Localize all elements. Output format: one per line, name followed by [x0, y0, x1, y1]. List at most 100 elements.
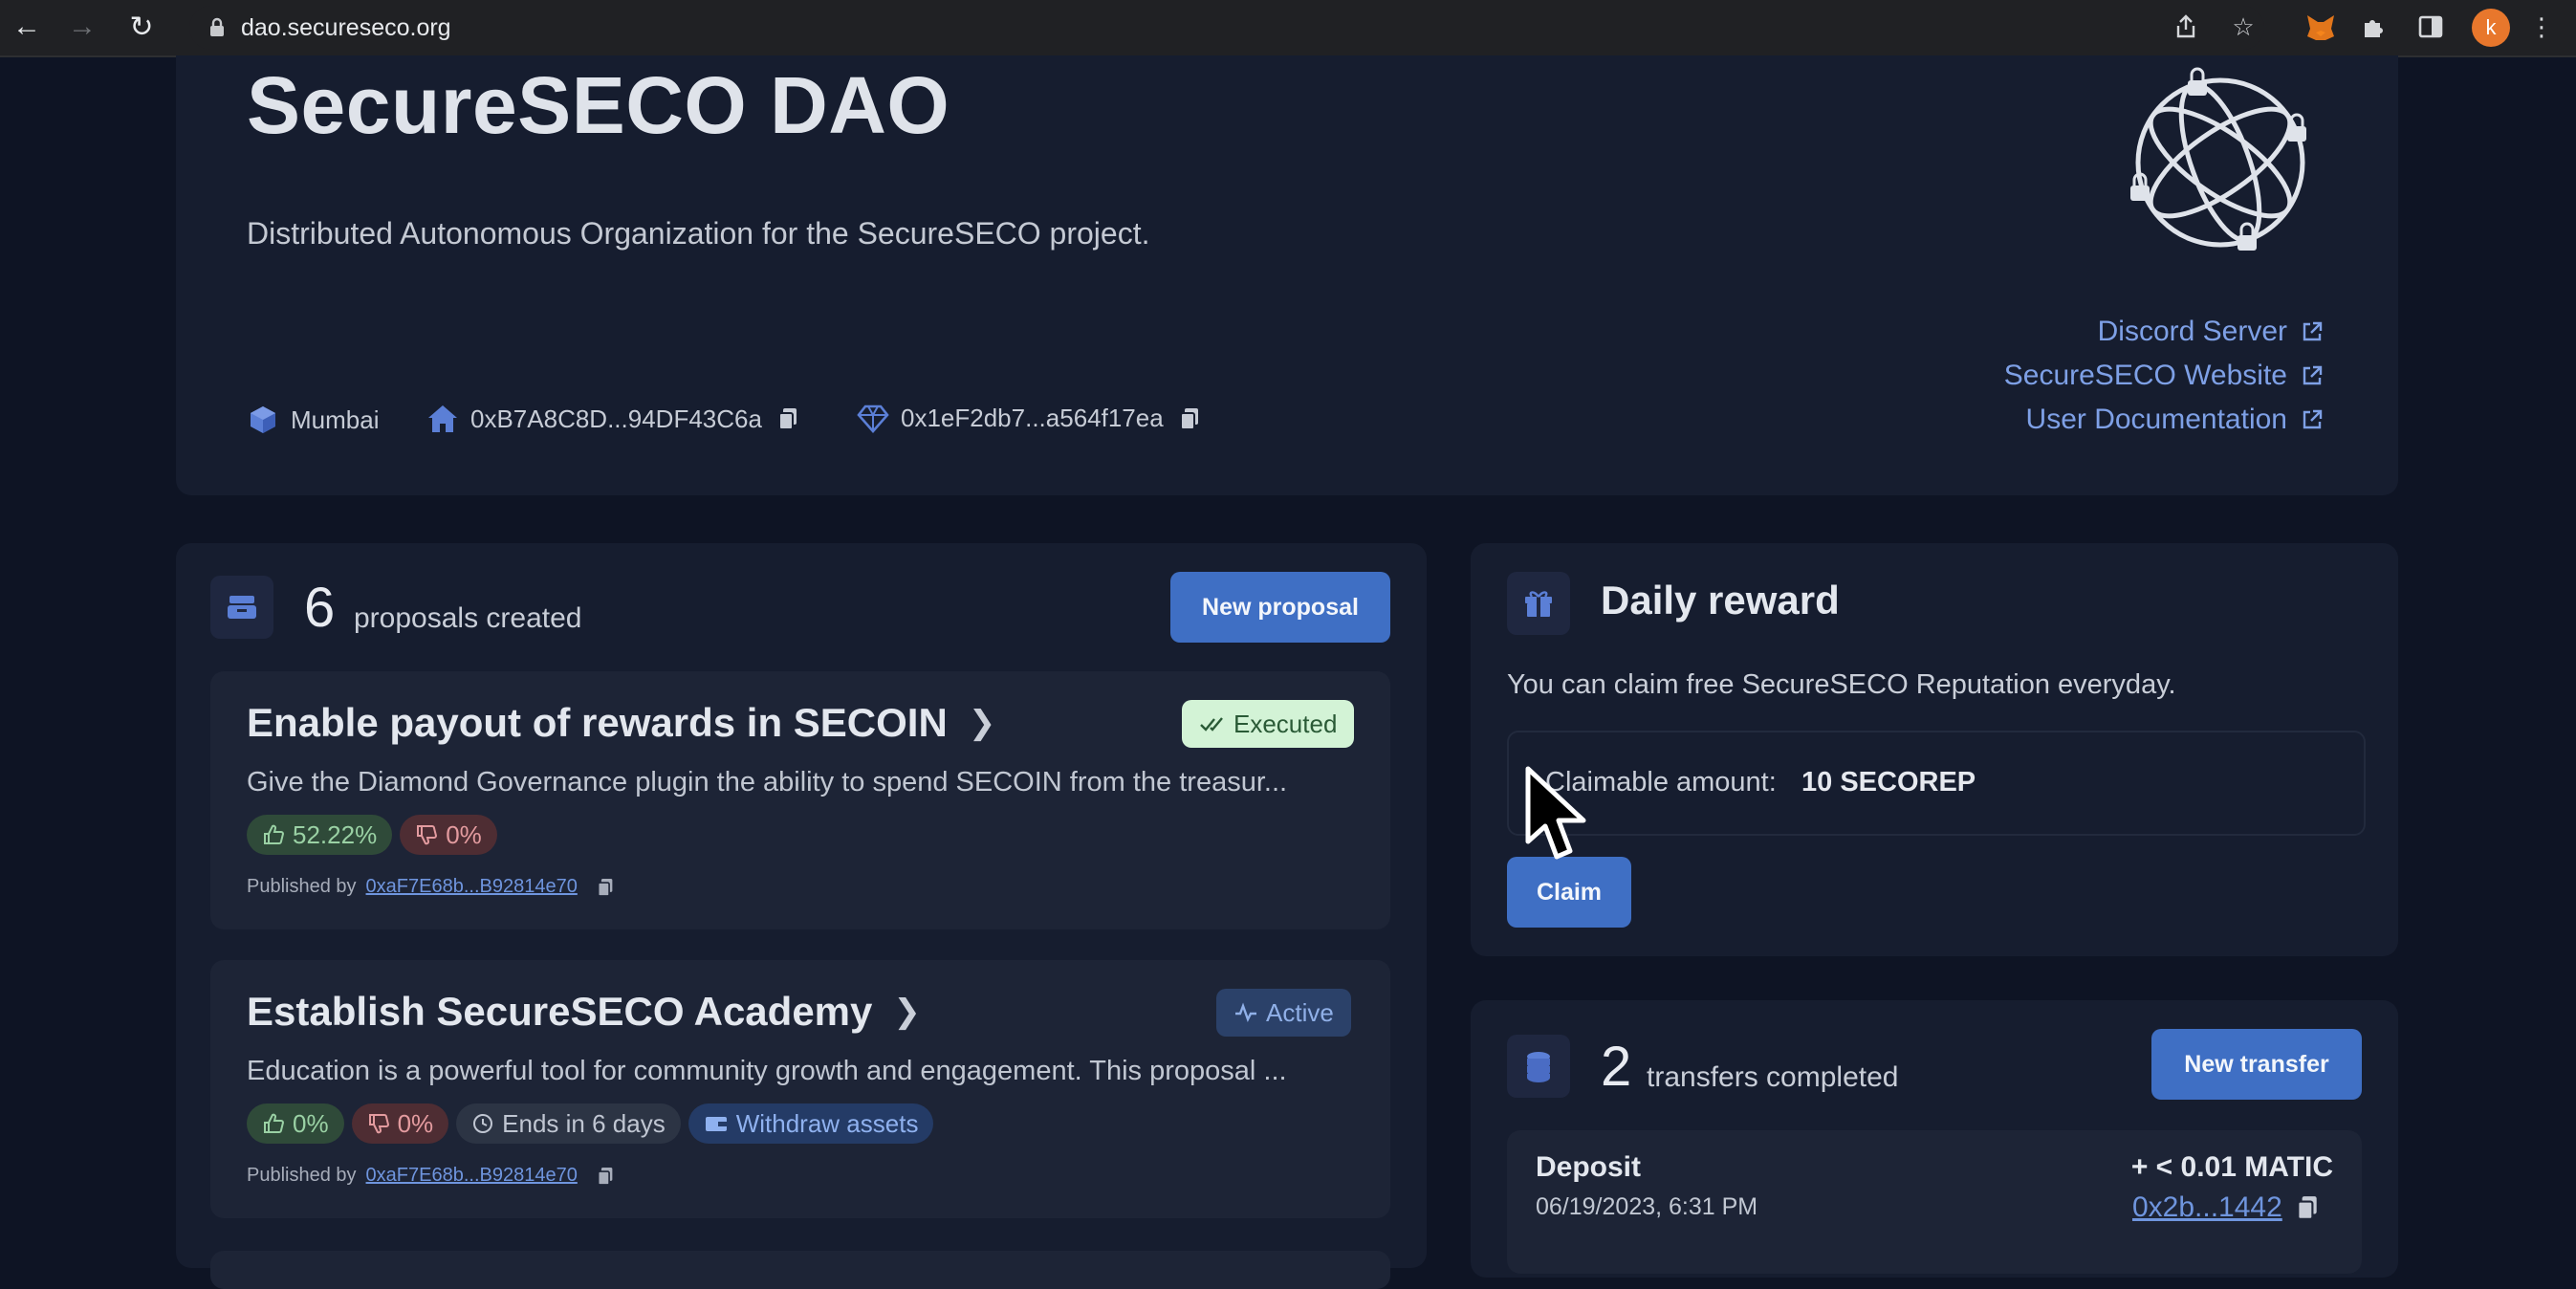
copy-icon[interactable] — [597, 877, 614, 898]
votes-for-badge: 52.22% — [247, 815, 393, 855]
transfers-count-label: transfers completed — [1647, 1061, 1899, 1093]
extensions-puzzle-icon[interactable] — [2354, 8, 2392, 46]
user-documentation-link[interactable]: User Documentation — [2026, 404, 2324, 436]
transfer-amount: + < 0.01 MATIC — [2130, 1151, 2333, 1183]
proposal-card[interactable]: Enable payout of rewards in SECOIN ❯ Exe… — [210, 671, 1390, 929]
published-by-label: Published by — [247, 1165, 357, 1186]
secureseco-website-label[interactable]: SecureSECO Website — [2004, 360, 2287, 392]
transfer-date: 06/19/2023, 6:31 PM — [1536, 1193, 1758, 1220]
external-link-icon — [2303, 409, 2323, 429]
action-badge: Withdraw assets — [688, 1103, 934, 1144]
copy-icon[interactable] — [1179, 406, 1200, 431]
reload-icon[interactable]: ↻ — [122, 8, 161, 46]
transfer-type: Deposit — [1536, 1151, 1642, 1183]
proposal-title-text[interactable]: Establish SecureSECO Academy — [247, 989, 872, 1035]
proposals-count: 6 — [304, 577, 336, 639]
activity-icon — [1235, 1002, 1256, 1023]
thumbs-up-icon — [264, 1113, 285, 1133]
new-transfer-button[interactable]: New transfer — [2151, 1029, 2362, 1100]
profile-avatar[interactable]: k — [2472, 9, 2510, 47]
transfer-address-link[interactable]: 0x2b...1442 — [2132, 1191, 2282, 1224]
back-icon[interactable]: ← — [8, 8, 46, 46]
ends-in-text: Ends in 6 days — [502, 1108, 666, 1138]
votes-against-badge: 0% — [400, 815, 497, 855]
coins-stack-icon — [1507, 1035, 1570, 1098]
gift-icon — [1507, 572, 1570, 635]
votes-against-value: 0% — [446, 819, 482, 849]
proposal-title[interactable]: Establish SecureSECO Academy ❯ — [247, 989, 921, 1035]
proposal-card[interactable] — [210, 1251, 1390, 1289]
network-info: Mumbai — [247, 404, 379, 436]
url-text: dao.secureseco.org — [241, 13, 451, 41]
diamond-address: 0x1eF2db7...a564f17ea — [901, 404, 1164, 432]
dao-address: 0xB7A8C8D...94DF43C6a — [470, 404, 762, 433]
cube-icon — [251, 406, 275, 433]
action-text: Withdraw assets — [735, 1108, 919, 1138]
clock-icon — [473, 1114, 493, 1133]
diamond-icon — [857, 404, 889, 433]
new-proposal-button[interactable]: New proposal — [1170, 572, 1390, 643]
external-link-icon — [2303, 365, 2323, 385]
chevron-right-icon: ❯ — [893, 994, 921, 1030]
address-bar[interactable]: dao.secureseco.org — [189, 6, 2264, 50]
status-badge: Active — [1216, 989, 1351, 1037]
proposal-description: Education is a powerful tool for communi… — [247, 1056, 1287, 1086]
discord-server-link[interactable]: Discord Server — [2098, 316, 2324, 348]
votes-for-value: 52.22% — [293, 819, 378, 849]
wallet-icon — [705, 1117, 727, 1131]
proposal-badges: 52.22% 0% — [247, 815, 505, 855]
claim-button[interactable]: Claim — [1507, 857, 1631, 928]
daily-reward-description: You can claim free SecureSECO Reputation… — [1507, 669, 2176, 700]
dao-logo-globe — [2130, 67, 2306, 251]
mouse-pointer-icon — [1525, 766, 1586, 860]
share-icon[interactable] — [2167, 8, 2205, 46]
lock-icon — [203, 13, 231, 42]
votes-against-badge: 0% — [351, 1103, 449, 1144]
browser-toolbar: ← → ↻ dao.secureseco.org ☆ k ⋮ — [0, 0, 2576, 57]
proposal-title-text[interactable]: Enable payout of rewards in SECOIN — [247, 700, 948, 746]
double-check-icon — [1200, 717, 1223, 732]
claimable-amount-value: 10 SECOREP — [1801, 767, 1976, 797]
proposal-card[interactable]: Establish SecureSECO Academy ❯ Active Ed… — [210, 960, 1390, 1218]
status-text: Executed — [1233, 709, 1338, 738]
transfers-count: 2 — [1601, 1036, 1632, 1098]
user-documentation-label[interactable]: User Documentation — [2026, 404, 2287, 436]
daily-reward-title: Daily reward — [1601, 578, 1840, 623]
menu-kebab-icon[interactable]: ⋮ — [2522, 8, 2561, 46]
status-badge: Executed — [1182, 700, 1355, 748]
proposal-title[interactable]: Enable payout of rewards in SECOIN ❯ — [247, 700, 995, 746]
votes-for-value: 0% — [293, 1108, 329, 1138]
bookmark-star-icon[interactable]: ☆ — [2224, 8, 2262, 46]
side-panel-icon[interactable] — [2412, 8, 2450, 46]
metamask-extension-icon[interactable] — [2304, 11, 2337, 44]
copy-icon[interactable] — [597, 1166, 614, 1187]
thumbs-down-icon — [368, 1114, 389, 1134]
proposal-description: Give the Diamond Governance plugin the a… — [247, 767, 1288, 797]
ends-in-badge: Ends in 6 days — [456, 1103, 681, 1144]
votes-against-value: 0% — [397, 1108, 434, 1138]
forward-icon[interactable]: → — [63, 8, 101, 46]
dao-description: Distributed Autonomous Organization for … — [247, 216, 1150, 251]
author-address-link[interactable]: 0xaF7E68b...B92814e70 — [366, 876, 578, 898]
thumbs-up-icon — [264, 824, 285, 844]
copy-icon[interactable] — [777, 406, 798, 431]
published-by-label: Published by — [247, 876, 357, 897]
chevron-right-icon: ❯ — [968, 705, 996, 741]
external-link-icon — [2303, 321, 2323, 341]
thumbs-down-icon — [417, 825, 438, 845]
page-title: SecureSECO DAO — [247, 60, 950, 150]
diamond-address-info: 0x1eF2db7...a564f17ea — [857, 404, 1212, 433]
author-address-link[interactable]: 0xaF7E68b...B92814e70 — [366, 1165, 578, 1187]
published-by: Published by 0xaF7E68b...B92814e70 — [247, 1165, 614, 1187]
proposal-badges: 0% 0% Ends in 6 days Withdraw assets — [247, 1103, 941, 1144]
home-icon — [428, 405, 457, 432]
copy-icon[interactable] — [2296, 1194, 2319, 1221]
discord-server-label[interactable]: Discord Server — [2098, 316, 2287, 348]
transfer-address: 0x2b...1442 — [2132, 1191, 2319, 1224]
proposals-icon — [210, 576, 273, 639]
network-name: Mumbai — [291, 404, 380, 434]
published-by: Published by 0xaF7E68b...B92814e70 — [247, 876, 614, 898]
dao-address-info: 0xB7A8C8D...94DF43C6a — [426, 404, 810, 434]
proposals-count-label: proposals created — [354, 602, 582, 634]
secureseco-website-link[interactable]: SecureSECO Website — [2004, 360, 2324, 392]
